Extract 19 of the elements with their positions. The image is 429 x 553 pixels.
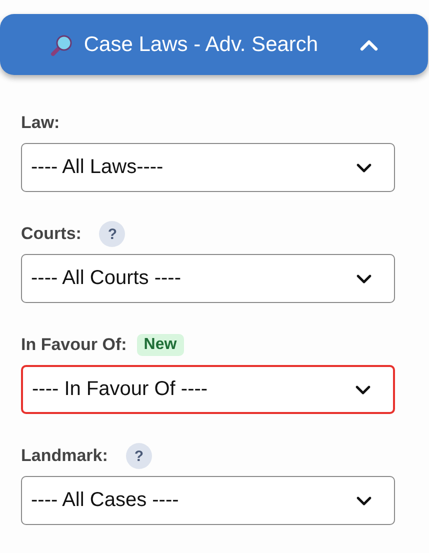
caret-icon[interactable] <box>360 38 378 50</box>
chevron-down-icon <box>355 384 371 394</box>
chevron-down-icon <box>356 496 372 506</box>
field-label: Courts: <box>21 224 82 244</box>
panel-title: Case Laws - Adv. Search <box>84 32 318 56</box>
dropdown-field[interactable]: ---- All Courts ---- <box>21 254 395 303</box>
dropdown-field[interactable]: ---- All Cases ---- <box>21 476 395 525</box>
help-icon[interactable]: ? <box>99 221 126 247</box>
chevron-down-icon <box>356 274 372 284</box>
field-label: Landmark: <box>21 446 108 466</box>
new-badge: New <box>136 334 184 356</box>
header-bar[interactable]: Case Laws - Adv. Search <box>0 14 428 75</box>
chevron-down-icon <box>356 162 372 172</box>
dropdown-field[interactable]: ---- In Favour Of ---- <box>21 365 395 414</box>
field-label: Law: <box>21 113 60 133</box>
dropdown-field[interactable]: ---- All Laws---- <box>21 143 395 192</box>
search-icon <box>50 32 74 56</box>
help-icon[interactable]: ? <box>126 443 152 469</box>
field-label: In Favour Of: <box>21 335 127 355</box>
